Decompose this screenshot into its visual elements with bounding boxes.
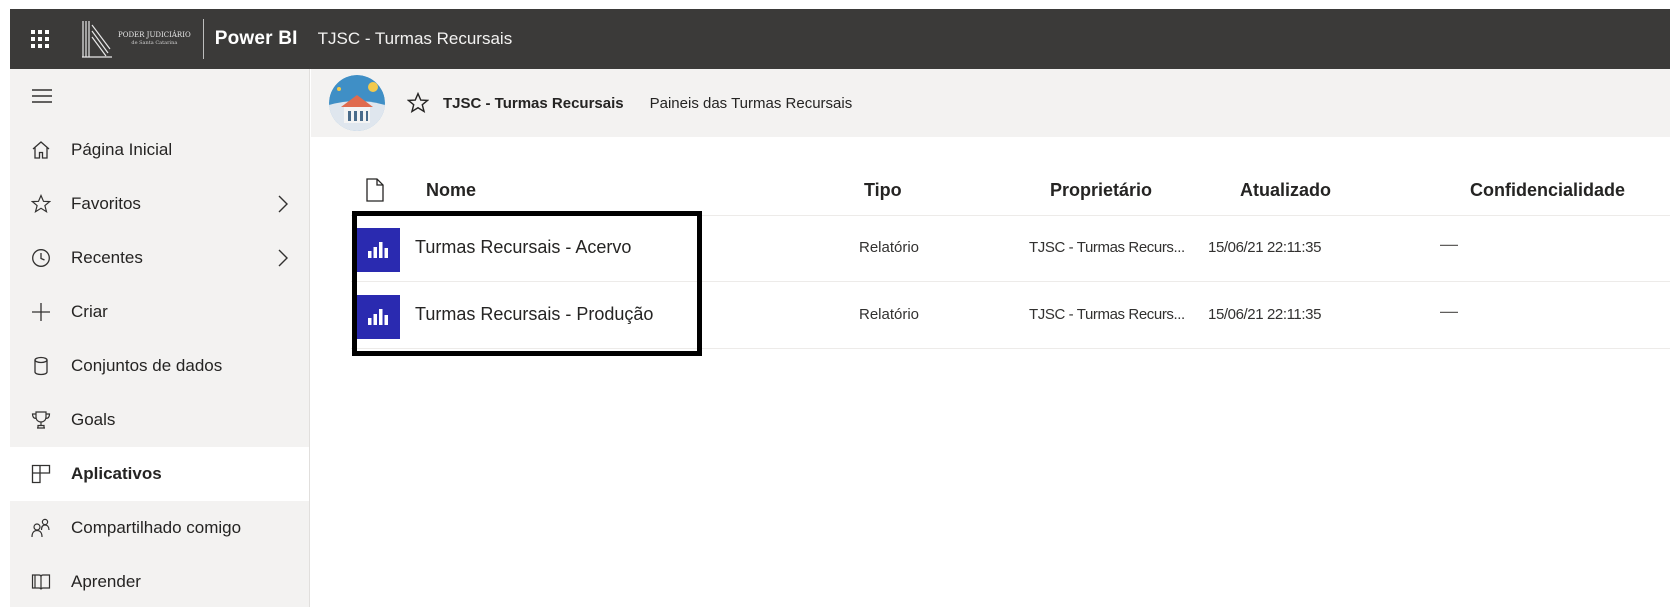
report-icon[interactable] — [356, 228, 400, 272]
database-icon — [30, 355, 52, 377]
logo-text: PODER JUDICIÁRIO de Santa Catarina — [118, 31, 191, 47]
column-header-sensitivity[interactable]: Confidencialidade — [1470, 180, 1625, 201]
nav-item-recent[interactable]: Recentes — [10, 231, 309, 285]
column-header-type[interactable]: Tipo — [864, 180, 902, 201]
logo-line2: de Santa Catarina — [131, 40, 178, 46]
nav-item-learn[interactable]: Aprender — [10, 555, 309, 607]
row-type: Relatório — [859, 239, 920, 256]
row-sensitivity: — — [1440, 301, 1458, 321]
row-name-link[interactable]: Turmas Recursais - Acervo — [415, 237, 631, 258]
app-launcher-waffle-icon[interactable] — [10, 9, 70, 69]
nav-item-label: Aprender — [71, 572, 141, 591]
nav-item-favorites[interactable]: Favoritos — [10, 177, 309, 231]
row-owner: TJSC - Turmas Recurs... — [1029, 306, 1185, 323]
app-header: TJSC - Turmas Recursais Paineis das Turm… — [311, 69, 1670, 137]
logo-line1: PODER JUDICIÁRIO — [118, 31, 191, 39]
shared-icon — [30, 517, 52, 539]
row-sensitivity: — — [1440, 234, 1458, 254]
nav-item-label: Página Inicial — [71, 140, 173, 159]
clock-icon — [30, 247, 52, 269]
tjsc-logo-mark-icon — [82, 21, 112, 58]
file-type-column-icon — [365, 178, 385, 207]
favorite-star-icon[interactable] — [407, 92, 429, 114]
row-updated: 15/06/21 22:11:35 — [1208, 239, 1322, 256]
column-header-owner[interactable]: Proprietário — [1050, 180, 1152, 201]
plus-icon — [30, 301, 52, 323]
nav-item-label: Aplicativos — [71, 464, 162, 483]
nav-item-label: Compartilhado comigo — [71, 518, 242, 537]
nav-item-goals[interactable]: Goals — [10, 393, 309, 447]
row-name-link[interactable]: Turmas Recursais - Produção — [415, 304, 653, 325]
left-nav-pane: Página Inicial Favoritos Recentes Criar … — [10, 69, 310, 607]
column-header-updated[interactable]: Atualizado — [1240, 180, 1331, 201]
org-logo[interactable]: PODER JUDICIÁRIO de Santa Catarina — [70, 9, 191, 69]
top-bar: PODER JUDICIÁRIO de Santa Catarina Power… — [10, 9, 1670, 69]
column-header-name[interactable]: Nome — [426, 180, 476, 201]
app-avatar — [329, 75, 385, 131]
nav-item-label: Goals — [71, 410, 116, 429]
hamburger-menu-icon[interactable] — [10, 69, 309, 123]
chevron-right-icon[interactable] — [277, 194, 289, 218]
app-description: Paineis das Turmas Recursais — [649, 94, 853, 112]
home-icon — [30, 139, 52, 161]
brand-title[interactable]: Power BI — [215, 28, 298, 50]
row-updated: 15/06/21 22:11:35 — [1208, 306, 1322, 323]
table-header-row: Nome Tipo Proprietário Atualizado Confid… — [351, 170, 1670, 216]
star-icon — [30, 193, 52, 215]
apps-icon — [30, 463, 52, 485]
table-row[interactable]: Turmas Recursais - Acervo Relatório TJSC… — [351, 216, 1670, 282]
nav-item-label: Favoritos — [71, 194, 141, 213]
nav-item-datasets[interactable]: Conjuntos de dados — [10, 339, 309, 393]
chevron-right-icon[interactable] — [277, 248, 289, 272]
table-row[interactable]: Turmas Recursais - Produção Relatório TJ… — [351, 283, 1670, 349]
row-type: Relatório — [859, 306, 920, 323]
app-name: TJSC - Turmas Recursais — [443, 94, 624, 112]
row-owner: TJSC - Turmas Recurs... — [1029, 239, 1185, 256]
nav-item-create[interactable]: Criar — [10, 285, 309, 339]
nav-item-shared-with-me[interactable]: Compartilhado comigo — [10, 501, 309, 555]
nav-item-apps[interactable]: Aplicativos — [10, 447, 309, 501]
trophy-icon — [30, 409, 52, 431]
topbar-divider — [202, 19, 204, 59]
nav-item-label: Criar — [71, 302, 108, 321]
book-icon — [30, 571, 52, 593]
report-icon[interactable] — [356, 295, 400, 339]
nav-item-label: Recentes — [71, 248, 143, 267]
nav-item-home[interactable]: Página Inicial — [10, 123, 309, 177]
workspace-title: TJSC - Turmas Recursais — [317, 29, 513, 48]
nav-item-label: Conjuntos de dados — [71, 356, 223, 375]
